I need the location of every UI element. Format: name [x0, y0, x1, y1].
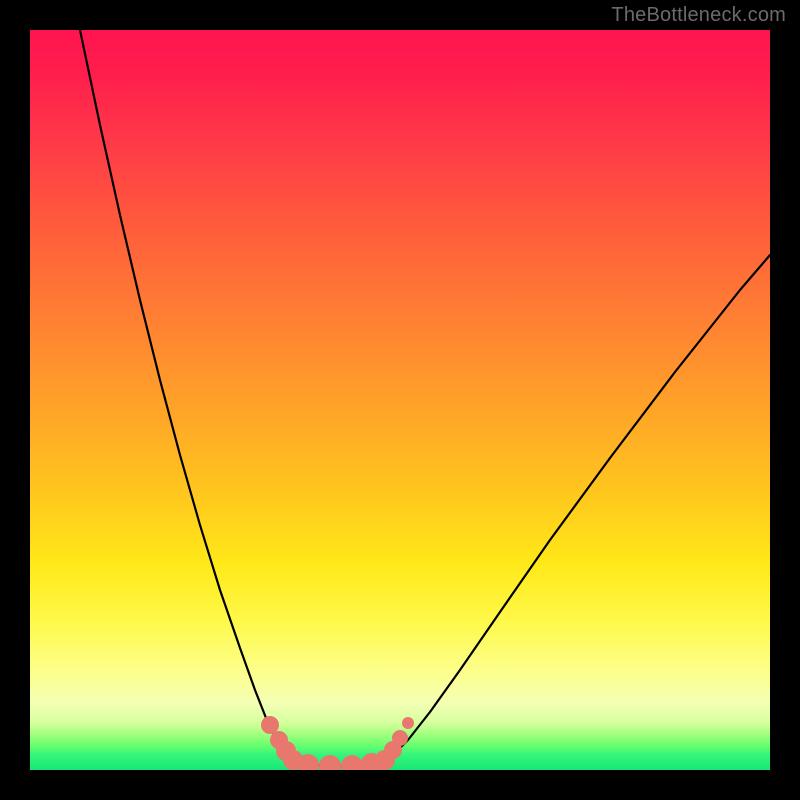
curve-svg: [30, 30, 770, 770]
marker-dot: [392, 730, 408, 746]
marker-dot: [402, 717, 414, 729]
marker-dot: [319, 755, 341, 770]
plot-area: [30, 30, 770, 770]
marker-dot: [261, 716, 279, 734]
watermark-text: TheBottleneck.com: [611, 4, 786, 27]
marker-dot: [341, 755, 363, 770]
bottleneck-curve: [80, 30, 770, 766]
highlight-markers: [261, 716, 414, 770]
chart-frame: TheBottleneck.com: [0, 0, 800, 800]
